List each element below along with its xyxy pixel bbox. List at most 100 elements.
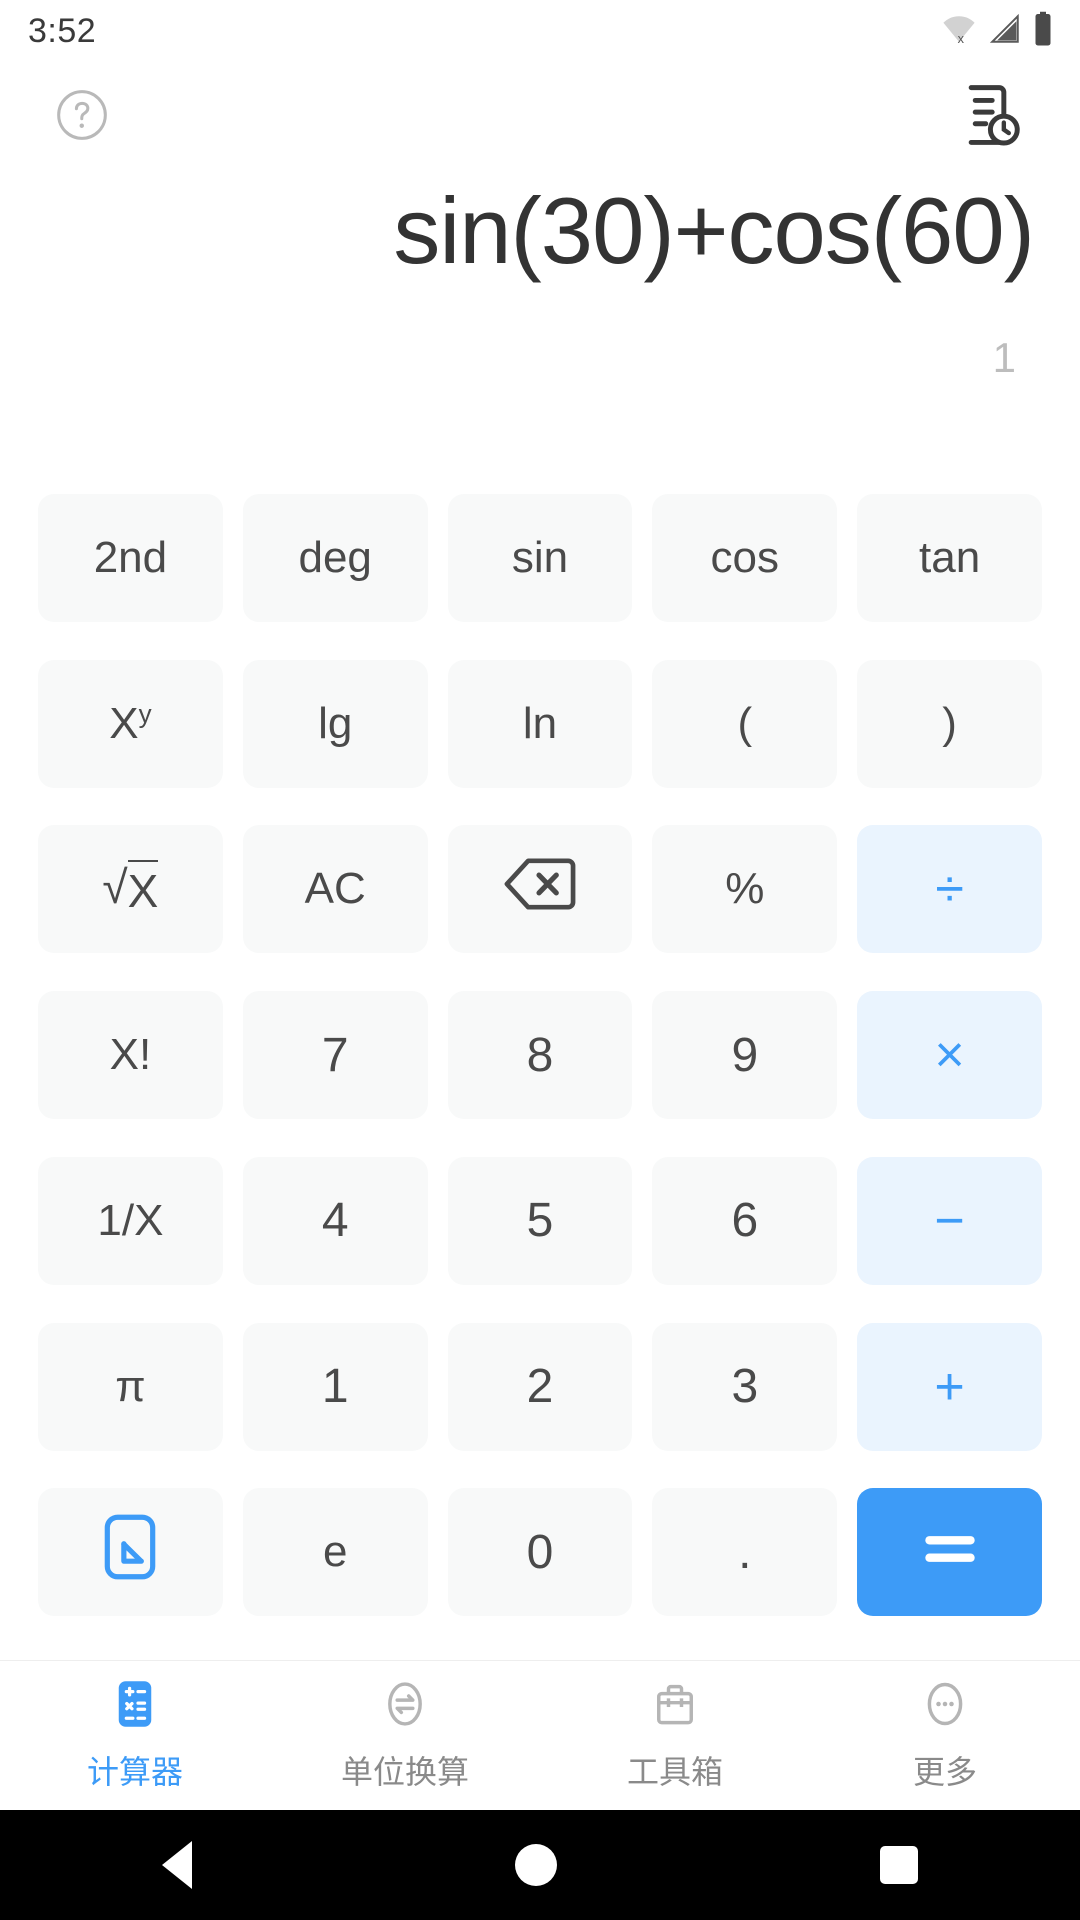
key-power[interactable]: Xy	[38, 659, 223, 788]
key-multiply[interactable]: ×	[857, 991, 1042, 1120]
key-cos[interactable]: cos	[652, 494, 838, 622]
key-label: 6	[731, 1194, 759, 1248]
key-4[interactable]: 4	[242, 1156, 428, 1285]
key-equals[interactable]	[857, 1488, 1042, 1617]
key-2[interactable]: 2	[447, 1322, 633, 1451]
calculator-display: sin(30)+cos(60) 1	[0, 172, 1080, 472]
key-label: 7	[321, 1028, 349, 1082]
key-label: X!	[109, 1030, 152, 1080]
collapse-arrow-icon	[104, 1513, 156, 1592]
recents-square-icon[interactable]	[880, 1846, 919, 1884]
nav-item-unit-convert[interactable]: 单位换算	[270, 1678, 540, 1793]
key-label: 4	[321, 1194, 349, 1248]
nav-label-more: 更多	[912, 1754, 977, 1790]
key-decimal[interactable]: .	[652, 1488, 838, 1617]
key-0[interactable]: 0	[447, 1488, 633, 1617]
key-label: 8	[526, 1028, 554, 1082]
key-backspace[interactable]	[447, 825, 633, 954]
key-8[interactable]: 8	[447, 991, 633, 1120]
calculator-icon	[109, 1678, 161, 1735]
nav-item-calculator[interactable]: 计算器	[0, 1678, 270, 1793]
more-dots-icon	[919, 1678, 971, 1735]
keypad-grid: 2nd deg sin cos tan Xy lg ln () √ X AC% ÷ X! 7 8 9 × 1/X 4 5…	[0, 472, 1080, 1660]
key-key[interactable]: %	[652, 825, 838, 954]
key-ln[interactable]: ln	[447, 659, 633, 788]
wifi-off-icon: x	[940, 12, 978, 51]
key-e[interactable]: e	[242, 1488, 428, 1617]
key-label: +	[934, 1357, 965, 1416]
key-7[interactable]: 7	[242, 991, 428, 1120]
key-label: tan	[919, 533, 981, 582]
result-text: 1	[992, 333, 1016, 381]
key-label: e	[322, 1527, 348, 1577]
key-label: deg	[298, 533, 372, 582]
key-collapse-keypad[interactable]	[38, 1488, 223, 1617]
key-9[interactable]: 9	[652, 991, 838, 1120]
status-bar: 3:52 x	[0, 0, 1080, 62]
nav-item-more[interactable]: 更多	[810, 1678, 1080, 1793]
key-label: 9	[731, 1028, 759, 1082]
key-label: sin	[511, 533, 569, 582]
key-label: ln	[522, 698, 558, 748]
key-label: AC	[304, 864, 366, 914]
key-label: 0	[526, 1525, 554, 1579]
key-plus[interactable]: +	[857, 1322, 1042, 1451]
bottom-navigation: 计算器 单位换算 工具箱 更多	[0, 1660, 1080, 1810]
key-5[interactable]: 5	[447, 1156, 633, 1285]
key-tan[interactable]: tan	[857, 494, 1042, 622]
expression-text[interactable]: sin(30)+cos(60)	[46, 172, 1034, 290]
help-circle-icon	[54, 87, 110, 148]
status-time: 3:52	[28, 11, 97, 50]
key-6[interactable]: 6	[652, 1156, 838, 1285]
key-label: 1	[321, 1360, 349, 1414]
key-minus[interactable]: −	[857, 1156, 1042, 1285]
history-document-icon	[956, 80, 1026, 155]
key-ac[interactable]: AC	[242, 825, 428, 954]
key-2nd[interactable]: 2nd	[38, 494, 223, 622]
key-label: 1/X	[97, 1195, 164, 1245]
history-button[interactable]	[956, 80, 1026, 155]
key-deg[interactable]: deg	[242, 494, 428, 622]
key-3[interactable]: 3	[652, 1322, 838, 1451]
key-label	[921, 1525, 979, 1579]
key-label: Xy	[109, 698, 152, 748]
key-sqrt[interactable]: √ X	[38, 825, 223, 954]
key-factorial[interactable]: X!	[38, 991, 223, 1120]
key-label: .	[738, 1525, 752, 1579]
help-button[interactable]	[54, 87, 110, 148]
key-label: (	[737, 698, 753, 748]
key-label: √ X	[102, 860, 159, 918]
key-label: 2	[526, 1360, 554, 1414]
nav-item-toolbox[interactable]: 工具箱	[540, 1678, 810, 1793]
key-label: ÷	[935, 860, 964, 919]
toolbox-icon	[649, 1678, 701, 1735]
battery-full-icon	[1032, 11, 1054, 52]
key-label: cos	[710, 533, 780, 582]
key-label: %	[725, 864, 765, 914]
svg-text:x: x	[958, 31, 965, 46]
back-triangle-icon[interactable]	[161, 1841, 192, 1889]
key-lg[interactable]: lg	[242, 659, 428, 788]
key-label: −	[934, 1191, 965, 1250]
backspace-icon	[503, 856, 577, 923]
key-pi[interactable]: π	[38, 1322, 223, 1451]
nav-label-unit-convert: 单位换算	[340, 1754, 469, 1790]
key-sin[interactable]: sin	[447, 494, 633, 622]
key-label: π	[115, 1361, 146, 1411]
key-key[interactable]: (	[652, 659, 838, 788]
calculator-app-screen: 3:52 x sin(30)+cos(60) 1 2nd deg sin cos…	[0, 0, 1080, 1920]
home-circle-icon[interactable]	[514, 1844, 557, 1886]
key-label: 3	[731, 1360, 759, 1414]
status-icons-group: x	[940, 11, 1054, 52]
nav-label-calculator: 计算器	[86, 1754, 183, 1790]
key-1[interactable]: 1	[242, 1322, 428, 1451]
key-divide[interactable]: ÷	[857, 825, 1042, 954]
nav-label-toolbox: 工具箱	[626, 1754, 723, 1790]
key-label: lg	[318, 698, 353, 748]
key-key[interactable]: )	[857, 659, 1042, 788]
cellular-signal-icon	[988, 12, 1022, 51]
key-reciprocal[interactable]: 1/X	[38, 1156, 223, 1285]
key-label: ×	[934, 1026, 965, 1085]
key-label: 5	[526, 1194, 554, 1248]
key-label: )	[942, 698, 957, 748]
